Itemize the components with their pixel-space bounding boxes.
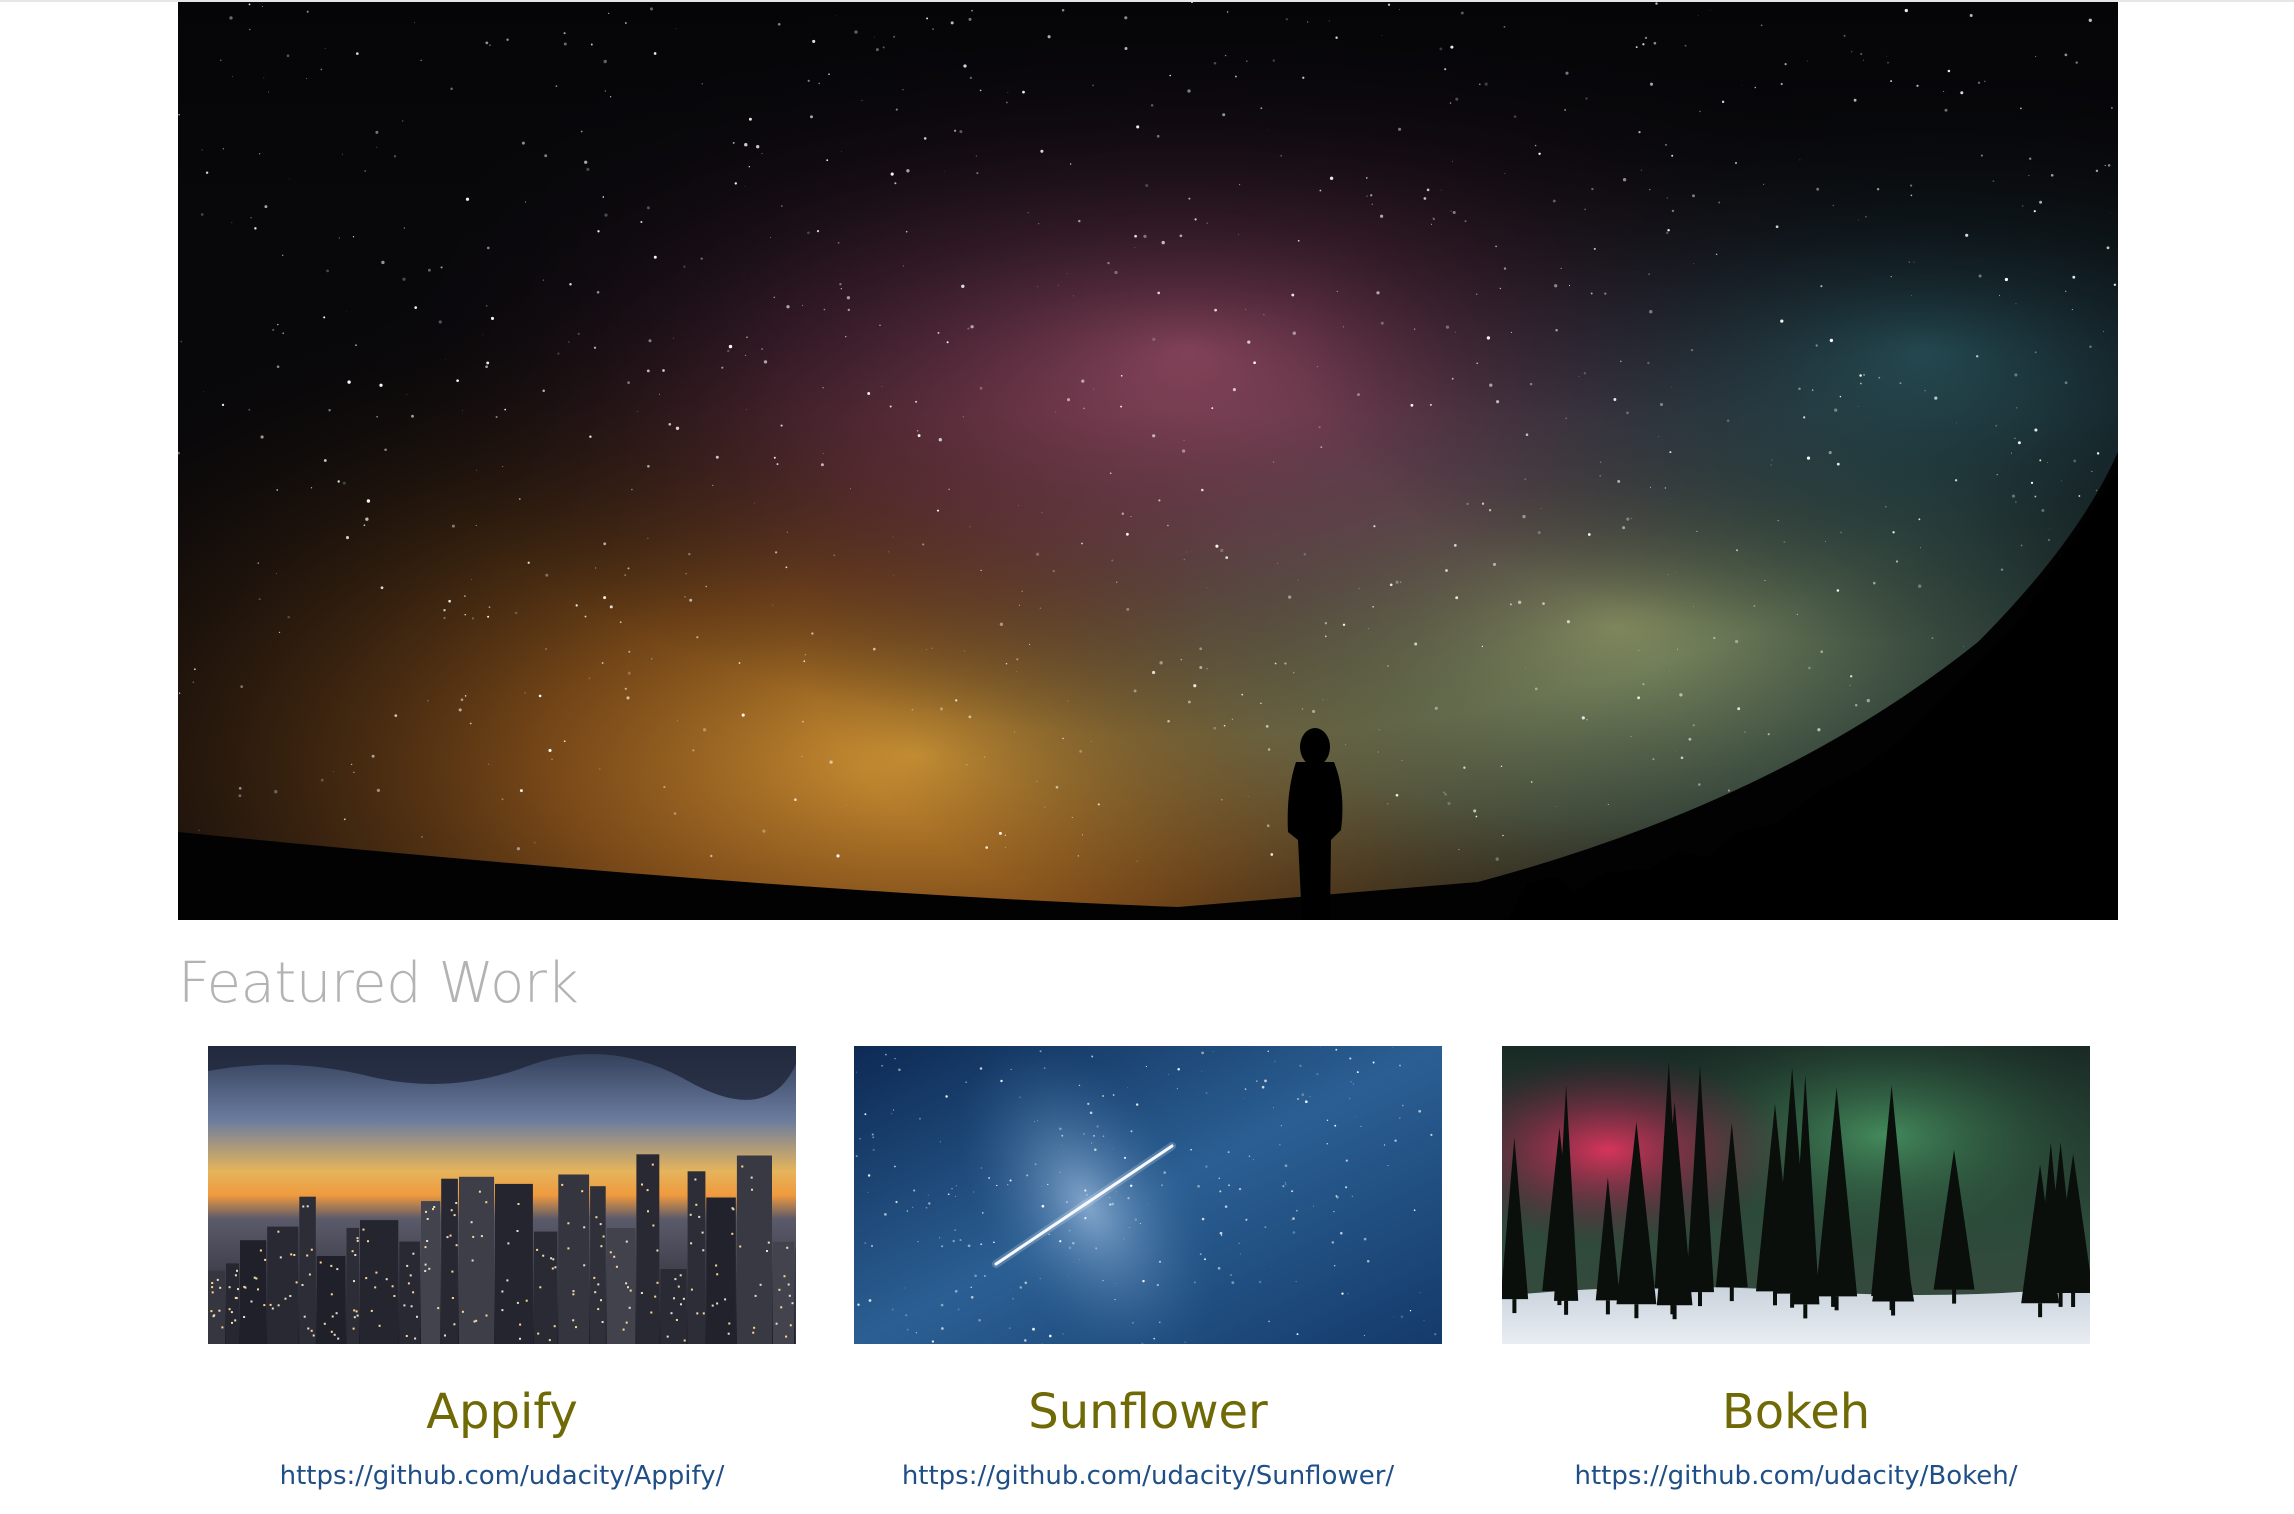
hero-image [178,2,2118,920]
city-skyline-image [208,1046,796,1344]
project-title-sunflower: Sunflower [1028,1384,1268,1440]
project-link-sunflower[interactable]: https://github.com/udacity/Sunflower/ [854,1460,1442,1494]
aurora-forest-image [1502,1046,2090,1344]
featured-projects-grid: Appify https://github.com/udacity/Appify… [178,1046,2118,1514]
project-title-appify: Appify [426,1384,578,1440]
project-title-bokeh: Bokeh [1721,1384,1871,1440]
project-thumbnail-bokeh [1502,1046,2090,1344]
project-card-bokeh: Bokeh https://github.com/udacity/Bokeh/ [1502,1046,2090,1506]
project-thumbnail-sunflower [854,1046,1442,1344]
project-thumbnail-appify [208,1046,796,1344]
project-card-sunflower: Sunflower https://github.com/udacity/Sun… [854,1046,1442,1506]
project-link-appify[interactable]: https://github.com/udacity/Appify/ [208,1460,796,1494]
shooting-star-sky-image [854,1046,1442,1344]
project-link-bokeh[interactable]: https://github.com/udacity/Bokeh/ [1502,1460,2090,1494]
featured-work-heading: Featured Work [178,951,579,1016]
portfolio-page: Featured Work Appify https://github.com/… [0,0,2294,1514]
project-card-appify: Appify https://github.com/udacity/Appify… [208,1046,796,1506]
hero-photo [178,2,2118,920]
